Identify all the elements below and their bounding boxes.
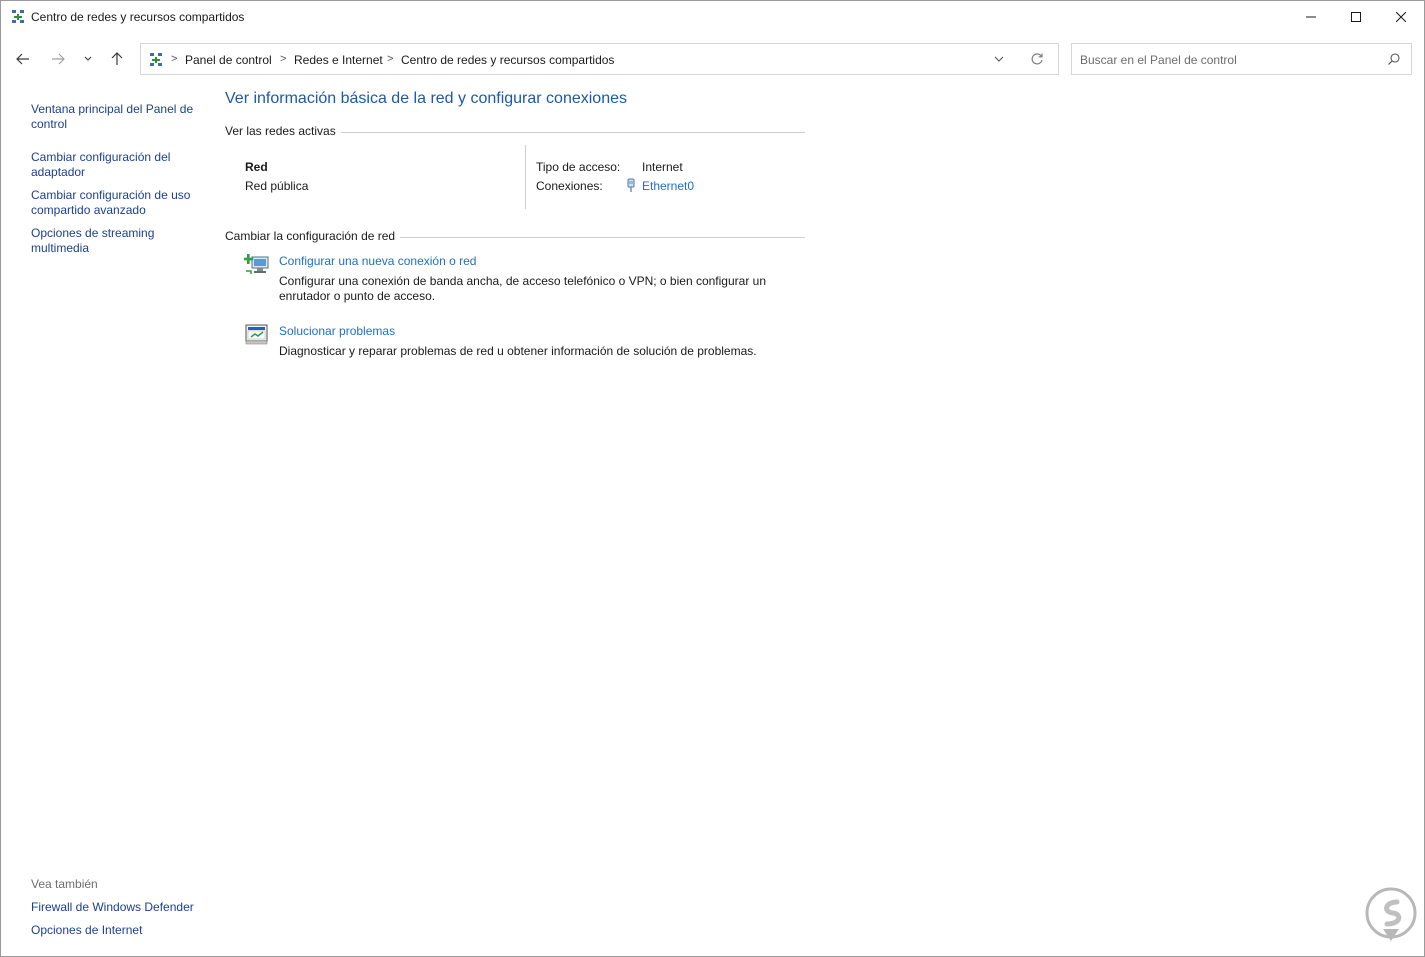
sidebar-item-opciones-internet[interactable]: Opciones de Internet [31,923,142,937]
breadcrumb-separator: > [387,53,394,65]
address-bar[interactable]: > Panel de control > Redes e Internet > … [140,43,1059,75]
new-connection-description: Configurar una conexión de banda ancha, … [279,274,766,303]
breadcrumb-panel-de-control[interactable]: Panel de control [185,53,272,67]
sidebar-item-firewall[interactable]: Firewall de Windows Defender [31,900,194,914]
ethernet-connection-link[interactable]: Ethernet0 [642,179,694,193]
connections-label: Conexiones: [536,179,603,193]
forward-button[interactable] [46,47,70,71]
access-type-value: Internet [642,160,683,174]
up-button[interactable] [105,47,129,71]
troubleshoot-link[interactable]: Solucionar problemas [279,324,395,338]
breadcrumb-redes-e-internet[interactable]: Redes e Internet [294,53,383,67]
refresh-icon[interactable] [1030,52,1044,66]
back-button[interactable] [11,47,35,71]
network-name: Red [245,160,268,174]
change-settings-heading: Cambiar la configuración de red [225,229,401,243]
search-input[interactable] [1080,51,1380,69]
window-title: Centro de redes y recursos compartidos [31,10,245,24]
forward-arrow-icon [52,53,65,65]
search-icon[interactable] [1387,52,1401,66]
chevron-down-icon [84,56,92,61]
breadcrumb-separator: > [280,53,287,65]
close-button[interactable] [1378,1,1424,33]
breadcrumb-centro-de-redes[interactable]: Centro de redes y recursos compartidos [401,53,614,67]
divider [525,145,526,209]
active-networks-heading: Ver las redes activas [225,124,341,138]
minimize-button[interactable] [1288,1,1334,33]
ethernet-icon [627,178,635,192]
chevron-down-icon[interactable] [993,53,1005,65]
sidebar-item-panel-principal[interactable]: Ventana principal del Panel de control [31,102,201,132]
troubleshoot-icon [245,324,268,345]
minimize-icon [1306,16,1316,18]
access-type-label: Tipo de acceso: [536,160,621,174]
close-icon [1396,12,1406,22]
maximize-button[interactable] [1333,1,1379,33]
up-arrow-icon [111,52,123,65]
back-arrow-icon [16,53,29,65]
title-bar: Centro de redes y recursos compartidos [1,1,1424,33]
new-connection-icon [244,254,269,274]
breadcrumb-separator: > [171,53,178,65]
window: Centro de redes y recursos compartidos >… [0,0,1425,957]
new-connection-link[interactable]: Configurar una nueva conexión o red [279,254,476,268]
network-category-link[interactable]: Red pública [245,179,308,193]
troubleshoot-description: Diagnosticar y reparar problemas de red … [279,344,757,358]
sidebar-item-adaptador[interactable]: Cambiar configuración del adaptador [31,150,201,180]
logo-badge [1365,887,1417,941]
sidebar-item-uso-compartido[interactable]: Cambiar configuración de uso compartido … [31,188,201,218]
network-center-icon [150,53,162,66]
sidebar-item-streaming[interactable]: Opciones de streaming multimedia [31,226,201,256]
recent-locations-button[interactable] [77,47,99,71]
network-center-icon [12,10,24,23]
page-title: Ver información básica de la red y confi… [225,90,627,107]
maximize-icon [1351,12,1361,22]
see-also-heading: Vea también [31,877,98,891]
search-box[interactable] [1071,43,1412,75]
